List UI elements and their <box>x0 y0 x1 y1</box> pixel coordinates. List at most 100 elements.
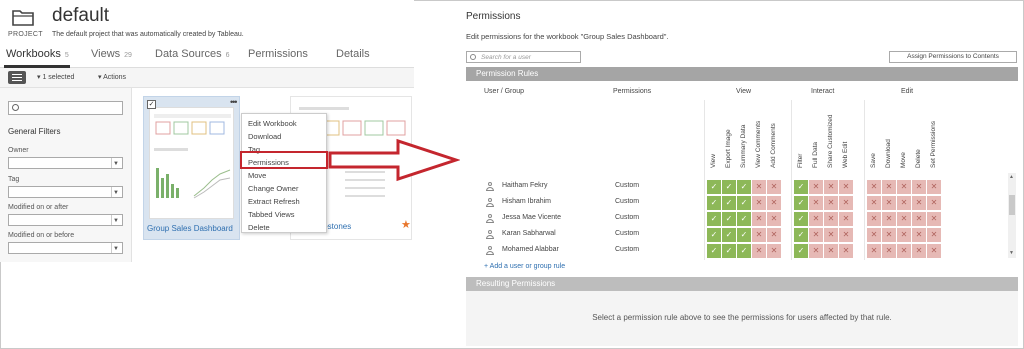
assign-permissions-button[interactable]: Assign Permissions to Contents <box>889 51 1017 63</box>
select-checkbox[interactable]: ✓ <box>147 100 156 109</box>
deny-x-icon[interactable]: ✕ <box>767 212 781 226</box>
deny-x-icon[interactable]: ✕ <box>897 196 911 210</box>
deny-x-icon[interactable]: ✕ <box>824 180 838 194</box>
deny-x-icon[interactable]: ✕ <box>927 196 941 210</box>
allow-check-icon[interactable]: ✓ <box>707 228 721 242</box>
menu-item-edit-workbook[interactable]: Edit Workbook <box>248 119 297 128</box>
tab-data-sources[interactable]: Data Sources 6 <box>155 48 230 60</box>
allow-check-icon[interactable]: ✓ <box>794 244 808 258</box>
modified-before-select[interactable]: ▼ <box>8 242 123 254</box>
filter-toggle-button[interactable] <box>8 71 26 84</box>
allow-check-icon[interactable]: ✓ <box>794 196 808 210</box>
deny-x-icon[interactable]: ✕ <box>767 196 781 210</box>
tab-views[interactable]: Views 29 <box>91 48 132 60</box>
owner-select[interactable]: ▼ <box>8 157 123 169</box>
deny-x-icon[interactable]: ✕ <box>752 228 766 242</box>
deny-x-icon[interactable]: ✕ <box>824 196 838 210</box>
deny-x-icon[interactable]: ✕ <box>767 180 781 194</box>
user-search-input[interactable]: Search for a user <box>466 51 581 63</box>
deny-x-icon[interactable]: ✕ <box>882 196 896 210</box>
deny-x-icon[interactable]: ✕ <box>839 196 853 210</box>
deny-x-icon[interactable]: ✕ <box>809 228 823 242</box>
allow-check-icon[interactable]: ✓ <box>707 244 721 258</box>
menu-item-download[interactable]: Download <box>248 132 281 141</box>
modified-after-select[interactable]: ▼ <box>8 214 123 226</box>
workbook-card-selected[interactable]: ✓ ••• Group Sales Dashboard <box>143 96 240 240</box>
deny-x-icon[interactable]: ✕ <box>927 228 941 242</box>
deny-x-icon[interactable]: ✕ <box>882 244 896 258</box>
deny-x-icon[interactable]: ✕ <box>912 196 926 210</box>
deny-x-icon[interactable]: ✕ <box>809 180 823 194</box>
menu-item-tabbed-views[interactable]: Tabbed Views <box>248 210 295 219</box>
allow-check-icon[interactable]: ✓ <box>722 244 736 258</box>
allow-check-icon[interactable]: ✓ <box>737 212 751 226</box>
deny-x-icon[interactable]: ✕ <box>824 244 838 258</box>
deny-x-icon[interactable]: ✕ <box>767 244 781 258</box>
deny-x-icon[interactable]: ✕ <box>809 244 823 258</box>
allow-check-icon[interactable]: ✓ <box>722 228 736 242</box>
deny-x-icon[interactable]: ✕ <box>752 244 766 258</box>
deny-x-icon[interactable]: ✕ <box>867 244 881 258</box>
rules-scrollbar[interactable]: ▲ ▼ <box>1008 173 1016 258</box>
deny-x-icon[interactable]: ✕ <box>809 196 823 210</box>
deny-x-icon[interactable]: ✕ <box>752 180 766 194</box>
deny-x-icon[interactable]: ✕ <box>897 212 911 226</box>
menu-item-change-owner[interactable]: Change Owner <box>248 184 298 193</box>
deny-x-icon[interactable]: ✕ <box>752 196 766 210</box>
deny-x-icon[interactable]: ✕ <box>767 228 781 242</box>
deny-x-icon[interactable]: ✕ <box>809 212 823 226</box>
tab-workbooks[interactable]: Workbooks 5 <box>6 48 69 60</box>
deny-x-icon[interactable]: ✕ <box>839 228 853 242</box>
favorite-star-icon[interactable]: ★ <box>401 218 411 231</box>
deny-x-icon[interactable]: ✕ <box>867 212 881 226</box>
deny-x-icon[interactable]: ✕ <box>882 212 896 226</box>
tab-permissions[interactable]: Permissions <box>248 48 308 60</box>
deny-x-icon[interactable]: ✕ <box>824 212 838 226</box>
scroll-up-icon[interactable]: ▲ <box>1009 174 1014 180</box>
allow-check-icon[interactable]: ✓ <box>722 196 736 210</box>
menu-item-extract-refresh[interactable]: Extract Refresh <box>248 197 300 206</box>
deny-x-icon[interactable]: ✕ <box>867 180 881 194</box>
deny-x-icon[interactable]: ✕ <box>882 180 896 194</box>
allow-check-icon[interactable]: ✓ <box>707 212 721 226</box>
actions-dropdown[interactable]: ▾ Actions <box>98 73 126 81</box>
selection-dropdown[interactable]: ▾ 1 selected <box>37 73 74 81</box>
tab-details[interactable]: Details <box>336 48 370 60</box>
deny-x-icon[interactable]: ✕ <box>927 212 941 226</box>
deny-x-icon[interactable]: ✕ <box>867 228 881 242</box>
deny-x-icon[interactable]: ✕ <box>824 228 838 242</box>
deny-x-icon[interactable]: ✕ <box>912 212 926 226</box>
allow-check-icon[interactable]: ✓ <box>737 196 751 210</box>
permission-rule-row[interactable]: Karan Sabharwal Custom ✓ ✓ ✓ ✕ ✕ ✓ ✕ ✕ ✕ ✕ ✕ ✕ ✕ ✕ <box>466 227 1006 243</box>
deny-x-icon[interactable]: ✕ <box>912 228 926 242</box>
allow-check-icon[interactable]: ✓ <box>707 196 721 210</box>
menu-item-move[interactable]: Move <box>248 171 266 180</box>
add-rule-link[interactable]: + Add a user or group rule <box>484 263 565 270</box>
workbook-title[interactable]: Group Sales Dashboard <box>147 224 233 233</box>
allow-check-icon[interactable]: ✓ <box>737 228 751 242</box>
allow-check-icon[interactable]: ✓ <box>794 228 808 242</box>
menu-item-delete[interactable]: Delete <box>248 223 270 232</box>
deny-x-icon[interactable]: ✕ <box>927 180 941 194</box>
permission-rule-row[interactable]: Haitham Fekry Custom ✓ ✓ ✓ ✕ ✕ ✓ ✕ ✕ ✕ ✕ ✕ ✕ ✕ ✕ <box>466 179 1006 195</box>
deny-x-icon[interactable]: ✕ <box>839 244 853 258</box>
permission-rule-row[interactable]: Hisham Ibrahim Custom ✓ ✓ ✓ ✕ ✕ ✓ ✕ ✕ ✕ ✕ ✕ ✕ ✕ ✕ <box>466 195 1006 211</box>
deny-x-icon[interactable]: ✕ <box>839 212 853 226</box>
allow-check-icon[interactable]: ✓ <box>737 180 751 194</box>
allow-check-icon[interactable]: ✓ <box>707 180 721 194</box>
permission-rule-row[interactable]: Jessa Mae Vicente Custom ✓ ✓ ✓ ✕ ✕ ✓ ✕ ✕ ✕ ✕ ✕ ✕ ✕ ✕ <box>466 211 1006 227</box>
deny-x-icon[interactable]: ✕ <box>912 244 926 258</box>
deny-x-icon[interactable]: ✕ <box>897 180 911 194</box>
deny-x-icon[interactable]: ✕ <box>867 196 881 210</box>
deny-x-icon[interactable]: ✕ <box>897 228 911 242</box>
deny-x-icon[interactable]: ✕ <box>912 180 926 194</box>
deny-x-icon[interactable]: ✕ <box>882 228 896 242</box>
deny-x-icon[interactable]: ✕ <box>839 180 853 194</box>
deny-x-icon[interactable]: ✕ <box>752 212 766 226</box>
tag-select[interactable]: ▼ <box>8 186 123 198</box>
deny-x-icon[interactable]: ✕ <box>897 244 911 258</box>
allow-check-icon[interactable]: ✓ <box>722 180 736 194</box>
permission-rule-row[interactable]: Mohamed Alabbar Custom ✓ ✓ ✓ ✕ ✕ ✓ ✕ ✕ ✕ ✕ ✕ ✕ ✕ ✕ <box>466 243 1006 259</box>
more-options-icon[interactable]: ••• <box>230 97 238 107</box>
allow-check-icon[interactable]: ✓ <box>722 212 736 226</box>
